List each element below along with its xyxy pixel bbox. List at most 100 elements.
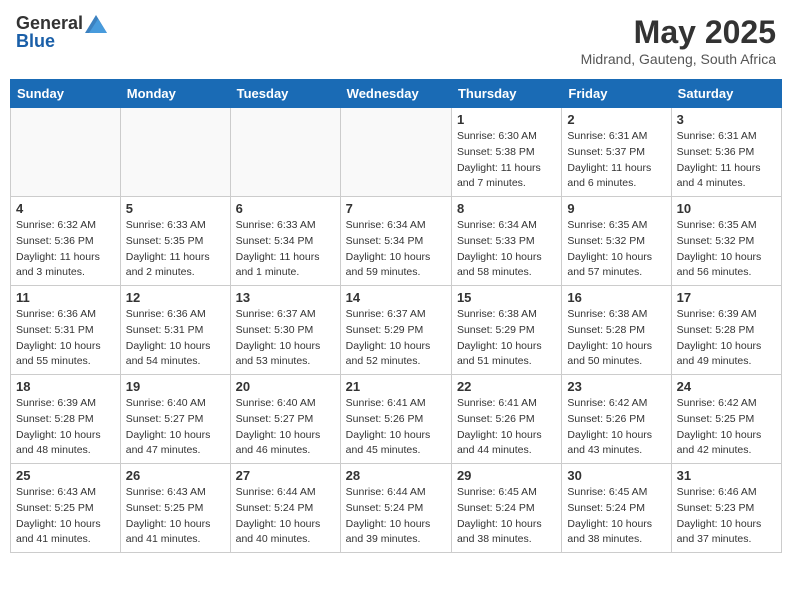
table-row: 16 Sunrise: 6:38 AM Sunset: 5:28 PM Dayli… <box>562 286 671 375</box>
day-info: Sunrise: 6:33 AM Sunset: 5:35 PM Dayligh… <box>126 218 225 281</box>
day-info: Sunrise: 6:40 AM Sunset: 5:27 PM Dayligh… <box>236 396 335 459</box>
day-info: Sunrise: 6:43 AM Sunset: 5:25 PM Dayligh… <box>126 485 225 548</box>
week-row-2: 4Sunrise: 6:32 AM Sunset: 5:36 PM Daylig… <box>11 197 782 286</box>
table-row: 23Sunrise: 6:42 AM Sunset: 5:26 PM Dayli… <box>562 375 671 464</box>
table-row: 12 Sunrise: 6:36 AM Sunset: 5:31 PM Dayli… <box>120 286 230 375</box>
table-row: 19 Sunrise: 6:40 AM Sunset: 5:27 PM Dayli… <box>120 375 230 464</box>
table-row <box>120 108 230 197</box>
day-number: 20 <box>236 379 335 394</box>
table-row: 20 Sunrise: 6:40 AM Sunset: 5:27 PM Dayli… <box>230 375 340 464</box>
day-info: Sunrise: 6:37 AM Sunset: 5:30 PM Dayligh… <box>236 307 335 370</box>
day-info: Sunrise: 6:36 AM Sunset: 5:31 PM Dayligh… <box>126 307 225 370</box>
week-row-4: 18 Sunrise: 6:39 AM Sunset: 5:28 PM Dayli… <box>11 375 782 464</box>
day-info: Sunrise: 6:30 AM Sunset: 5:38 PM Dayligh… <box>457 129 556 192</box>
day-number: 25 <box>16 468 115 483</box>
day-info: Sunrise: 6:44 AM Sunset: 5:24 PM Dayligh… <box>236 485 335 548</box>
day-info: Sunrise: 6:41 AM Sunset: 5:26 PM Dayligh… <box>457 396 556 459</box>
table-row: 13 Sunrise: 6:37 AM Sunset: 5:30 PM Dayli… <box>230 286 340 375</box>
day-number: 7 <box>346 201 446 216</box>
table-row: 14Sunrise: 6:37 AM Sunset: 5:29 PM Dayli… <box>340 286 451 375</box>
day-number: 10 <box>677 201 776 216</box>
day-number: 9 <box>567 201 665 216</box>
day-number: 15 <box>457 290 556 305</box>
day-number: 5 <box>126 201 225 216</box>
day-info: Sunrise: 6:39 AM Sunset: 5:28 PM Dayligh… <box>677 307 776 370</box>
day-number: 21 <box>346 379 446 394</box>
week-row-5: 25 Sunrise: 6:43 AM Sunset: 5:25 PM Dayli… <box>11 464 782 553</box>
day-info: Sunrise: 6:39 AM Sunset: 5:28 PM Dayligh… <box>16 396 115 459</box>
day-info: Sunrise: 6:36 AM Sunset: 5:31 PM Dayligh… <box>16 307 115 370</box>
table-row: 31 Sunrise: 6:46 AM Sunset: 5:23 PM Dayli… <box>671 464 781 553</box>
day-number: 19 <box>126 379 225 394</box>
day-number: 6 <box>236 201 335 216</box>
day-info: Sunrise: 6:40 AM Sunset: 5:27 PM Dayligh… <box>126 396 225 459</box>
day-number: 24 <box>677 379 776 394</box>
day-info: Sunrise: 6:35 AM Sunset: 5:32 PM Dayligh… <box>677 218 776 281</box>
day-number: 16 <box>567 290 665 305</box>
day-info: Sunrise: 6:34 AM Sunset: 5:34 PM Dayligh… <box>346 218 446 281</box>
table-row: 6 Sunrise: 6:33 AM Sunset: 5:34 PM Daylig… <box>230 197 340 286</box>
table-row: 27 Sunrise: 6:44 AM Sunset: 5:24 PM Dayli… <box>230 464 340 553</box>
day-number: 22 <box>457 379 556 394</box>
table-row: 4Sunrise: 6:32 AM Sunset: 5:36 PM Daylig… <box>11 197 121 286</box>
day-info: Sunrise: 6:41 AM Sunset: 5:26 PM Dayligh… <box>346 396 446 459</box>
table-row: 28 Sunrise: 6:44 AM Sunset: 5:24 PM Dayli… <box>340 464 451 553</box>
day-number: 28 <box>346 468 446 483</box>
weekday-header-row: Sunday Monday Tuesday Wednesday Thursday… <box>11 80 782 108</box>
day-info: Sunrise: 6:45 AM Sunset: 5:24 PM Dayligh… <box>457 485 556 548</box>
day-number: 12 <box>126 290 225 305</box>
table-row: 3 Sunrise: 6:31 AM Sunset: 5:36 PM Daylig… <box>671 108 781 197</box>
day-info: Sunrise: 6:34 AM Sunset: 5:33 PM Dayligh… <box>457 218 556 281</box>
day-number: 13 <box>236 290 335 305</box>
header-saturday: Saturday <box>671 80 781 108</box>
table-row: 17Sunrise: 6:39 AM Sunset: 5:28 PM Dayli… <box>671 286 781 375</box>
day-number: 8 <box>457 201 556 216</box>
day-info: Sunrise: 6:43 AM Sunset: 5:25 PM Dayligh… <box>16 485 115 548</box>
week-row-1: 1 Sunrise: 6:30 AM Sunset: 5:38 PM Daylig… <box>11 108 782 197</box>
title-section: May 2025 Midrand, Gauteng, South Africa <box>581 14 776 67</box>
header-wednesday: Wednesday <box>340 80 451 108</box>
day-info: Sunrise: 6:31 AM Sunset: 5:37 PM Dayligh… <box>567 129 665 192</box>
table-row: 10 Sunrise: 6:35 AM Sunset: 5:32 PM Dayli… <box>671 197 781 286</box>
table-row <box>11 108 121 197</box>
table-row: 9 Sunrise: 6:35 AM Sunset: 5:32 PM Daylig… <box>562 197 671 286</box>
day-info: Sunrise: 6:46 AM Sunset: 5:23 PM Dayligh… <box>677 485 776 548</box>
day-info: Sunrise: 6:35 AM Sunset: 5:32 PM Dayligh… <box>567 218 665 281</box>
table-row: 18 Sunrise: 6:39 AM Sunset: 5:28 PM Dayli… <box>11 375 121 464</box>
day-info: Sunrise: 6:44 AM Sunset: 5:24 PM Dayligh… <box>346 485 446 548</box>
day-number: 18 <box>16 379 115 394</box>
table-row: 30 Sunrise: 6:45 AM Sunset: 5:24 PM Dayli… <box>562 464 671 553</box>
day-number: 27 <box>236 468 335 483</box>
day-info: Sunrise: 6:38 AM Sunset: 5:29 PM Dayligh… <box>457 307 556 370</box>
day-number: 31 <box>677 468 776 483</box>
table-row: 7 Sunrise: 6:34 AM Sunset: 5:34 PM Daylig… <box>340 197 451 286</box>
header-tuesday: Tuesday <box>230 80 340 108</box>
day-number: 11 <box>16 290 115 305</box>
logo: General Blue <box>16 14 107 52</box>
day-info: Sunrise: 6:45 AM Sunset: 5:24 PM Dayligh… <box>567 485 665 548</box>
table-row: 2 Sunrise: 6:31 AM Sunset: 5:37 PM Daylig… <box>562 108 671 197</box>
logo-blue: Blue <box>16 32 55 52</box>
day-number: 2 <box>567 112 665 127</box>
table-row: 5 Sunrise: 6:33 AM Sunset: 5:35 PM Daylig… <box>120 197 230 286</box>
day-number: 1 <box>457 112 556 127</box>
week-row-3: 11 Sunrise: 6:36 AM Sunset: 5:31 PM Dayli… <box>11 286 782 375</box>
day-number: 26 <box>126 468 225 483</box>
day-info: Sunrise: 6:31 AM Sunset: 5:36 PM Dayligh… <box>677 129 776 192</box>
table-row: 11 Sunrise: 6:36 AM Sunset: 5:31 PM Dayli… <box>11 286 121 375</box>
day-info: Sunrise: 6:32 AM Sunset: 5:36 PM Dayligh… <box>16 218 115 281</box>
table-row <box>230 108 340 197</box>
table-row: 29Sunrise: 6:45 AM Sunset: 5:24 PM Dayli… <box>451 464 561 553</box>
day-number: 3 <box>677 112 776 127</box>
day-info: Sunrise: 6:38 AM Sunset: 5:28 PM Dayligh… <box>567 307 665 370</box>
table-row: 25 Sunrise: 6:43 AM Sunset: 5:25 PM Dayli… <box>11 464 121 553</box>
page-header: General Blue May 2025 Midrand, Gauteng, … <box>10 10 782 71</box>
table-row: 21 Sunrise: 6:41 AM Sunset: 5:26 PM Dayli… <box>340 375 451 464</box>
header-thursday: Thursday <box>451 80 561 108</box>
location-title: Midrand, Gauteng, South Africa <box>581 51 776 67</box>
day-number: 30 <box>567 468 665 483</box>
day-info: Sunrise: 6:42 AM Sunset: 5:26 PM Dayligh… <box>567 396 665 459</box>
day-info: Sunrise: 6:37 AM Sunset: 5:29 PM Dayligh… <box>346 307 446 370</box>
day-info: Sunrise: 6:33 AM Sunset: 5:34 PM Dayligh… <box>236 218 335 281</box>
table-row <box>340 108 451 197</box>
